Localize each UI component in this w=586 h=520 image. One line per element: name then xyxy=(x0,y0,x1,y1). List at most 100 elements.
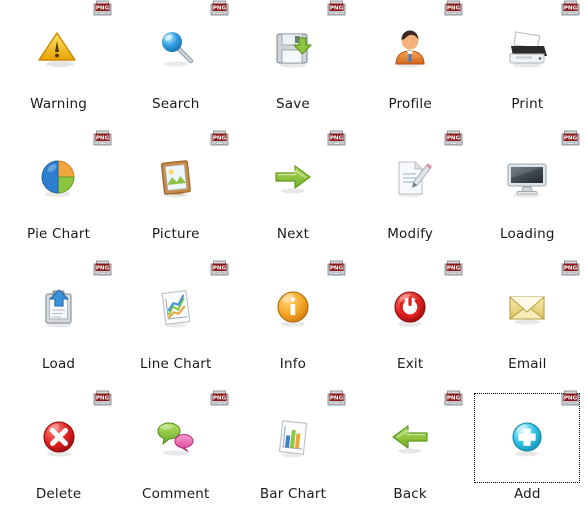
svg-text:PNG: PNG xyxy=(213,396,227,402)
svg-text:PNG: PNG xyxy=(564,136,578,142)
png-file-badge-icon: PNG xyxy=(561,130,580,147)
svg-text:PNG: PNG xyxy=(564,6,578,12)
png-file-badge-icon: PNG xyxy=(210,260,229,277)
svg-text:PNG: PNG xyxy=(564,396,578,402)
icon-label: Print xyxy=(511,96,544,112)
icon-item-delete[interactable]: PNG Delete xyxy=(0,390,117,520)
add-circle-plus-icon xyxy=(503,414,551,462)
icon-thumbnail[interactable]: PNG xyxy=(241,390,346,482)
icon-item-next[interactable]: PNG Next xyxy=(234,130,351,260)
envelope-icon xyxy=(503,284,551,332)
icon-label: Delete xyxy=(35,486,82,502)
svg-text:PNG: PNG xyxy=(330,266,344,272)
icon-label: Line Chart xyxy=(140,356,212,372)
png-file-badge-icon: PNG xyxy=(327,0,346,17)
icon-thumbnail[interactable]: PNG xyxy=(358,0,463,92)
icon-thumbnail[interactable]: PNG xyxy=(358,130,463,222)
svg-text:PNG: PNG xyxy=(330,396,344,402)
icon-label: Search xyxy=(151,96,200,112)
png-file-badge-icon: PNG xyxy=(93,390,112,407)
png-file-badge-icon: PNG xyxy=(561,0,580,17)
icon-item-pie-chart[interactable]: PNG Pie Chart xyxy=(0,130,117,260)
svg-text:PNG: PNG xyxy=(447,266,461,272)
png-file-badge-icon: PNG xyxy=(444,130,463,147)
svg-text:PNG: PNG xyxy=(330,136,344,142)
icon-thumbnail[interactable]: PNG xyxy=(124,130,229,222)
icon-item-comment[interactable]: PNG Comment xyxy=(117,390,234,520)
icon-thumbnail[interactable]: PNG xyxy=(124,0,229,92)
icon-thumbnail[interactable]: PNG xyxy=(7,390,111,482)
power-off-icon xyxy=(386,284,434,332)
icon-item-email[interactable]: PNG Email xyxy=(469,260,586,390)
icon-label: Bar Chart xyxy=(259,486,327,502)
arrow-right-icon xyxy=(269,154,317,202)
svg-text:PNG: PNG xyxy=(447,6,461,12)
icon-thumbnail-selected[interactable]: PNG xyxy=(474,390,581,483)
document-pencil-icon xyxy=(386,154,434,202)
svg-text:PNG: PNG xyxy=(564,266,578,272)
png-file-badge-icon: PNG xyxy=(327,390,346,407)
line-chart-icon xyxy=(152,284,200,332)
icon-thumbnail[interactable]: PNG xyxy=(241,260,346,352)
icon-label: Exit xyxy=(396,356,424,372)
icon-thumbnail[interactable]: PNG xyxy=(7,0,111,92)
icon-item-exit[interactable]: PNG Exit xyxy=(352,260,469,390)
icon-thumbnail[interactable]: PNG xyxy=(241,0,346,92)
icon-item-add[interactable]: PNG Add xyxy=(469,390,586,520)
png-file-badge-icon: PNG xyxy=(561,390,580,407)
icon-label: Profile xyxy=(388,96,432,112)
icon-thumbnail[interactable]: PNG xyxy=(241,130,346,222)
bar-chart-icon xyxy=(269,414,317,462)
monitor-icon xyxy=(503,154,551,202)
icon-label: Back xyxy=(393,486,427,502)
icon-item-print[interactable]: PNG Print xyxy=(469,0,586,130)
icon-label: Modify xyxy=(387,226,434,242)
icon-item-profile[interactable]: PNG Profile xyxy=(352,0,469,130)
icon-label: Picture xyxy=(151,226,200,242)
icon-thumbnail[interactable]: PNG xyxy=(7,260,111,352)
png-file-badge-icon: PNG xyxy=(561,260,580,277)
icon-thumbnail[interactable]: PNG xyxy=(358,390,463,482)
icon-item-line-chart[interactable]: PNG Line Chart xyxy=(117,260,234,390)
icon-label: Info xyxy=(279,356,307,372)
icon-item-search[interactable]: PNG Search xyxy=(117,0,234,130)
info-circle-icon xyxy=(269,284,317,332)
png-file-badge-icon: PNG xyxy=(210,0,229,17)
icon-item-warning[interactable]: PNG Warning xyxy=(0,0,117,130)
icon-thumbnail[interactable]: PNG xyxy=(358,260,463,352)
png-file-badge-icon: PNG xyxy=(93,130,112,147)
svg-text:PNG: PNG xyxy=(95,266,109,272)
svg-text:PNG: PNG xyxy=(95,396,109,402)
icon-grid: PNG Warning PNG Search PNG Save PNG Prof… xyxy=(0,0,586,510)
png-file-badge-icon: PNG xyxy=(327,260,346,277)
svg-text:PNG: PNG xyxy=(95,136,109,142)
svg-text:PNG: PNG xyxy=(330,6,344,12)
icon-thumbnail[interactable]: PNG xyxy=(124,390,229,482)
icon-thumbnail[interactable]: PNG xyxy=(475,130,580,222)
icon-thumbnail[interactable]: PNG xyxy=(475,260,580,352)
icon-item-load[interactable]: PNG Load xyxy=(0,260,117,390)
icon-item-bar-chart[interactable]: PNG Bar Chart xyxy=(234,390,351,520)
icon-label: Next xyxy=(276,226,310,242)
icon-item-loading[interactable]: PNG Loading xyxy=(469,130,586,260)
svg-text:PNG: PNG xyxy=(213,266,227,272)
svg-text:PNG: PNG xyxy=(213,136,227,142)
icon-thumbnail[interactable]: PNG xyxy=(124,260,229,352)
png-file-badge-icon: PNG xyxy=(93,260,112,277)
png-file-badge-icon: PNG xyxy=(210,130,229,147)
icon-item-back[interactable]: PNG Back xyxy=(352,390,469,520)
png-file-badge-icon: PNG xyxy=(444,260,463,277)
icon-label: Loading xyxy=(500,226,555,242)
pie-chart-icon xyxy=(35,154,83,202)
icon-thumbnail[interactable]: PNG xyxy=(475,0,580,92)
icon-item-modify[interactable]: PNG Modify xyxy=(352,130,469,260)
icon-item-save[interactable]: PNG Save xyxy=(234,0,351,130)
icon-thumbnail[interactable]: PNG xyxy=(7,130,111,222)
png-file-badge-icon: PNG xyxy=(93,0,112,17)
svg-text:PNG: PNG xyxy=(447,396,461,402)
icon-item-picture[interactable]: PNG Picture xyxy=(117,130,234,260)
floppy-disk-save-icon xyxy=(269,24,317,72)
icon-item-info[interactable]: PNG Info xyxy=(234,260,351,390)
clipboard-upload-icon xyxy=(35,284,83,332)
speech-bubbles-icon xyxy=(152,414,200,462)
